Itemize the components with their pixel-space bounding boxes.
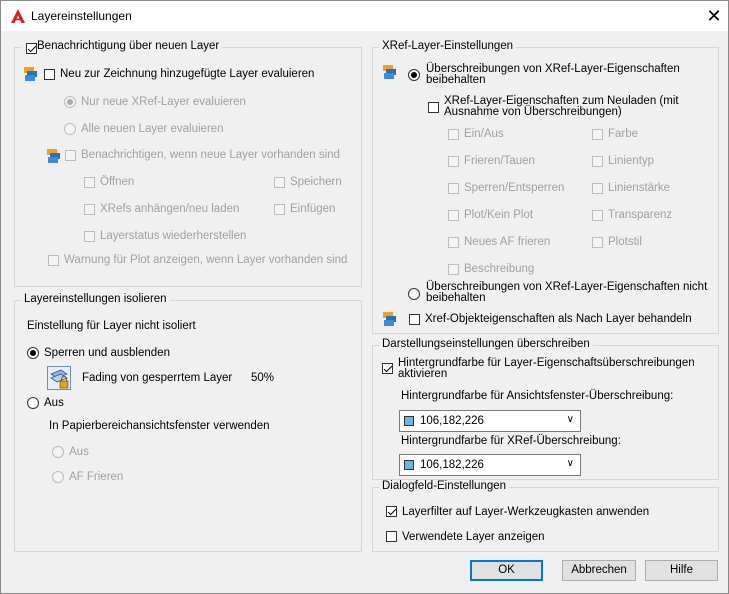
show-used-label: Verwendete Layer anzeigen xyxy=(402,531,545,543)
fading-value[interactable]: 50% xyxy=(251,372,274,384)
prop-description-label: Beschreibung xyxy=(464,263,535,275)
help-button[interactable]: Hilfe xyxy=(645,560,718,581)
all-new-radio[interactable] xyxy=(64,123,76,135)
off-label: Aus xyxy=(44,397,64,409)
xref-color-swatch xyxy=(404,460,414,470)
vp-color-value: 106,182,226 xyxy=(420,415,484,427)
prop-on-off-checkbox[interactable] xyxy=(448,129,459,140)
window-title: Layereinstellungen xyxy=(31,9,132,23)
reload-props-label: XRef-Layer-Eigenschaften zum Neuladen (m… xyxy=(444,95,679,118)
title-bar: Layereinstellungen ✕ xyxy=(1,1,728,31)
lock-fade-radio[interactable] xyxy=(27,347,39,359)
prop-lock-label: Sperren/Entsperren xyxy=(464,182,565,194)
layer-filter-label: Layerfilter auf Layer-Werkzeugkasten anw… xyxy=(402,506,650,518)
paper-vp-label: In Papierbereichansichtsfenster verwende… xyxy=(49,420,270,432)
prop-freeze-label: Frieren/Tauen xyxy=(464,155,535,167)
keep-overrides-radio[interactable] xyxy=(408,69,420,81)
object-props-label: Xref-Objekteigenschaften als Nach Layer … xyxy=(425,313,692,325)
close-button[interactable]: ✕ xyxy=(701,3,727,29)
open-checkbox[interactable] xyxy=(84,177,95,188)
prop-transparency-checkbox[interactable] xyxy=(592,210,603,221)
prop-plot-checkbox[interactable] xyxy=(448,210,459,221)
chevron-down-icon: ∨ xyxy=(566,414,574,425)
show-used-checkbox[interactable] xyxy=(386,531,397,542)
xref-group-title: XRef-Layer-Einstellungen xyxy=(382,40,514,52)
paper-freeze-radio[interactable] xyxy=(52,471,64,483)
keep-overrides-label: Überschreibungen von XRef-Layer-Eigensch… xyxy=(426,63,680,86)
prop-freeze-checkbox[interactable] xyxy=(448,156,459,167)
off-radio[interactable] xyxy=(27,397,39,409)
xref-override-label: Hintergrundfarbe für XRef-Überschreibung… xyxy=(401,435,621,447)
notify-when-label: Benachrichtigen, wenn neue Layer vorhand… xyxy=(81,149,340,161)
layer-warning-icon xyxy=(47,149,60,163)
prop-linetype-checkbox[interactable] xyxy=(592,156,603,167)
cancel-button[interactable]: Abbrechen xyxy=(562,560,636,581)
paper-freeze-label: AF Frieren xyxy=(69,471,124,483)
layer-notify-icon xyxy=(24,67,37,81)
save-label: Speichern xyxy=(290,176,342,188)
layer-settings-dialog: Layereinstellungen ✕ Benachrichtigung üb… xyxy=(0,0,729,594)
xref-color-value: 106,182,226 xyxy=(420,459,484,471)
xrefs-attach-checkbox[interactable] xyxy=(84,204,95,215)
vp-override-label: Hintergrundfarbe für Ansichtsfenster-Übe… xyxy=(401,390,674,402)
notify-when-checkbox[interactable] xyxy=(65,150,76,161)
fading-label: Fading von gesperrtem Layer xyxy=(82,372,233,384)
paper-off-radio[interactable] xyxy=(52,446,64,458)
layer-filter-checkbox[interactable] xyxy=(386,506,397,517)
prop-color-label: Farbe xyxy=(608,128,639,140)
notify-group: Benachrichtigung über neuen Layer xyxy=(14,40,362,287)
evaluate-new-layers-checkbox[interactable] xyxy=(44,69,55,80)
xrefs-attach-label: XRefs anhängen/neu laden xyxy=(100,203,240,215)
bg-color-label: Hintergrundfarbe für Layer-Eigenschaftsü… xyxy=(398,357,695,380)
evaluate-new-layers-label: Neu zur Zeichnung hinzugefügte Layer eva… xyxy=(60,68,315,80)
no-keep-overrides-radio[interactable] xyxy=(408,288,420,300)
object-props-checkbox[interactable] xyxy=(409,314,420,325)
insert-label: Einfügen xyxy=(290,203,336,215)
override-group-title: Darstellungseinstellungen überschreiben xyxy=(382,338,590,350)
prop-on-off-label: Ein/Aus xyxy=(464,128,504,140)
reload-props-checkbox[interactable] xyxy=(428,102,439,113)
vp-color-combo[interactable]: 106,182,226 ∨ xyxy=(399,410,581,432)
xref-layer-icon xyxy=(383,65,396,79)
open-label: Öffnen xyxy=(100,176,135,188)
only-xref-label: Nur neue XRef-Layer evaluieren xyxy=(81,96,246,108)
dialog-group-title: Dialogfeld-Einstellungen xyxy=(382,480,507,492)
chevron-down-icon: ∨ xyxy=(566,458,574,469)
all-new-label: Alle neuen Layer evaluieren xyxy=(81,123,224,135)
notify-new-layer-checkbox[interactable] xyxy=(26,43,37,54)
ok-button[interactable]: OK xyxy=(470,560,543,581)
autocad-logo-icon xyxy=(11,9,25,23)
restore-state-checkbox[interactable] xyxy=(84,231,95,242)
only-xref-radio[interactable] xyxy=(64,96,76,108)
notify-group-title: Benachrichtigung über neuen Layer xyxy=(37,40,220,52)
no-keep-overrides-label: Überschreibungen von XRef-Layer-Eigensch… xyxy=(426,281,708,304)
prop-vp-freeze-label: Neues AF frieren xyxy=(464,236,551,248)
prop-plotstyle-checkbox[interactable] xyxy=(592,237,603,248)
fading-lock-icon xyxy=(47,366,71,390)
prop-linetype-label: Linientyp xyxy=(608,155,655,167)
vp-color-swatch xyxy=(404,416,414,426)
prop-lock-checkbox[interactable] xyxy=(448,183,459,194)
plot-warning-label: Warnung für Plot anzeigen, wenn Layer vo… xyxy=(64,254,348,266)
xref-color-combo[interactable]: 106,182,226 ∨ xyxy=(399,454,581,476)
paper-off-label: Aus xyxy=(69,446,89,458)
prop-color-checkbox[interactable] xyxy=(592,129,603,140)
prop-description-checkbox[interactable] xyxy=(448,264,459,275)
xref-object-icon xyxy=(383,312,396,326)
prop-vp-freeze-checkbox[interactable] xyxy=(448,237,459,248)
isolate-group-title: Layereinstellungen isolieren xyxy=(24,293,167,305)
lock-fade-label: Sperren und ausblenden xyxy=(44,347,170,359)
plot-warning-checkbox[interactable] xyxy=(48,255,59,266)
prop-plot-label: Plot/Kein Plot xyxy=(464,209,534,221)
bg-color-checkbox[interactable] xyxy=(382,363,393,374)
save-checkbox[interactable] xyxy=(274,177,285,188)
prop-lineweight-label: Linienstärke xyxy=(608,182,671,194)
restore-state-label: Layerstatus wiederherstellen xyxy=(100,230,247,242)
prop-transparency-label: Transparenz xyxy=(608,209,673,221)
prop-plotstyle-label: Plotstil xyxy=(608,236,642,248)
insert-checkbox[interactable] xyxy=(274,204,285,215)
prop-lineweight-checkbox[interactable] xyxy=(592,183,603,194)
isolate-setting-label: Einstellung für Layer nicht isoliert xyxy=(27,320,196,332)
